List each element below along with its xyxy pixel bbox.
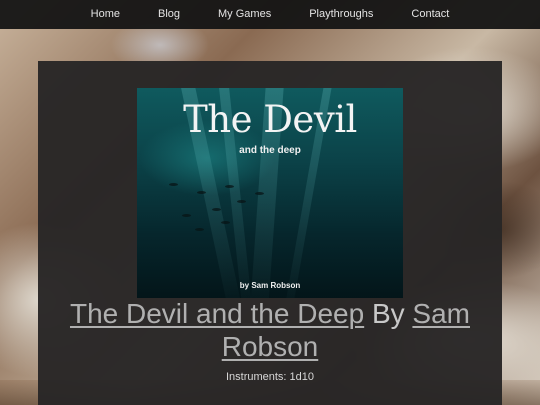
game-cover-image[interactable]: The Devil and the deep by Sam Robson <box>137 88 403 298</box>
top-nav: Home Blog My Games Playthroughs Contact <box>0 0 540 29</box>
nav-my-games[interactable]: My Games <box>199 0 290 29</box>
nav-home[interactable]: Home <box>72 0 139 29</box>
fish-silhouette <box>237 200 246 203</box>
nav-playthroughs[interactable]: Playthroughs <box>290 0 392 29</box>
cover-title: The Devil <box>183 98 357 141</box>
cover-subtitle: and the deep <box>239 145 301 156</box>
nav-contact[interactable]: Contact <box>392 0 468 29</box>
cover-author: by Sam Robson <box>239 281 301 290</box>
fish-silhouette <box>195 228 204 231</box>
fish-silhouette <box>212 208 221 211</box>
fish-silhouette <box>197 191 206 194</box>
by-text: By <box>371 298 405 329</box>
fish-silhouette <box>255 192 264 195</box>
game-heading: The Devil and the Deep By Sam Robson <box>38 297 502 363</box>
fish-silhouette <box>221 221 230 224</box>
instruments-text: Instruments: 1d10 <box>225 371 315 383</box>
game-title-link[interactable]: The Devil and the Deep <box>70 298 364 329</box>
game-panel: The Devil and the deep by Sam Robson The… <box>38 61 502 405</box>
fish-silhouette <box>182 214 191 217</box>
fish-silhouette <box>169 183 178 186</box>
fish-silhouette <box>225 185 234 188</box>
nav-blog[interactable]: Blog <box>139 0 199 29</box>
